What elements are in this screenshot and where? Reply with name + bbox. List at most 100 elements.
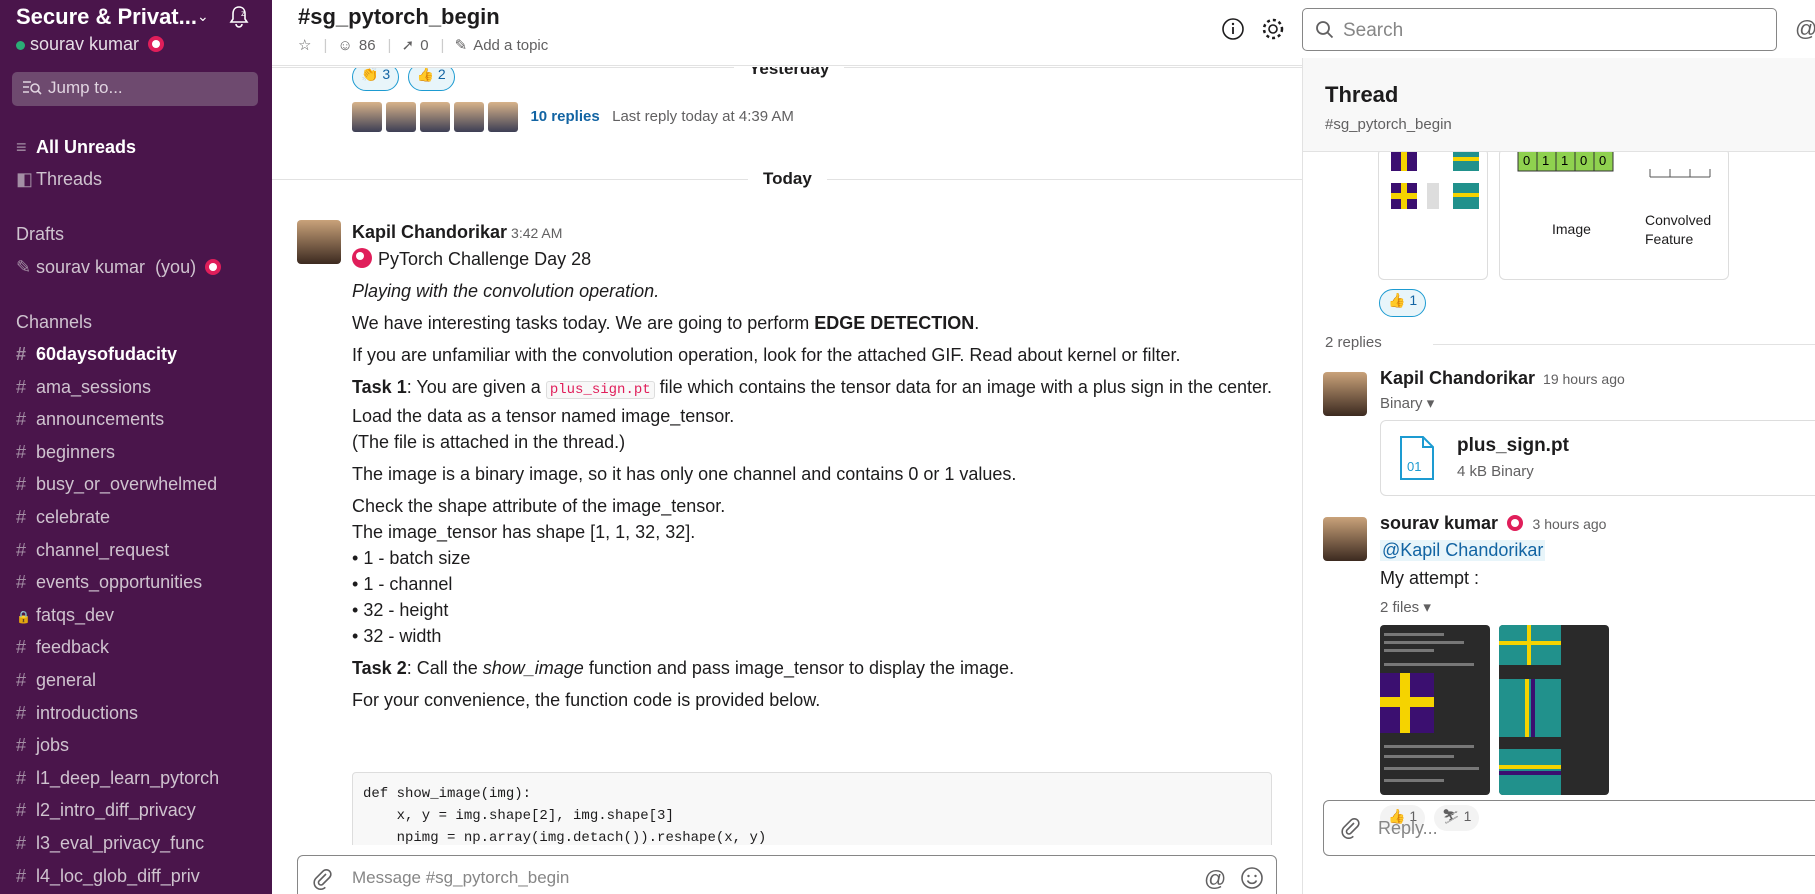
reply-author[interactable]: sourav kumar: [1380, 513, 1498, 533]
plus-sign-preview-image: [1391, 149, 1479, 209]
pencil-icon: ✎: [454, 37, 468, 54]
divider: [1433, 344, 1815, 345]
pencil-icon: ✎: [16, 257, 32, 277]
sidebar-item-busy_or_overwhelmed[interactable]: # busy_or_overwhelmed: [16, 474, 217, 495]
sidebar-item-channel_request[interactable]: # channel_request: [16, 540, 169, 561]
message-input[interactable]: Message #sg_pytorch_begin @: [297, 855, 1277, 894]
sidebar-item-threads[interactable]: ◧ Threads: [16, 169, 102, 190]
reaction-row: 👏 3 👍 2: [352, 67, 459, 91]
reaction-thumbsup[interactable]: 👍 1: [1379, 289, 1427, 317]
hash-icon: #: [16, 702, 27, 723]
reply-header: sourav kumar 3 hours ago: [1380, 513, 1606, 534]
message-time[interactable]: 3:42 AM: [511, 225, 562, 241]
jump-to-button[interactable]: Jump to...: [12, 72, 258, 106]
pin-icon[interactable]: ➚: [402, 37, 415, 54]
sidebar-item-all-unreads[interactable]: ≡ All Unreads: [16, 137, 136, 158]
search-input[interactable]: Search: [1302, 8, 1777, 51]
sidebar-item-general[interactable]: # general: [16, 670, 96, 691]
member-count[interactable]: 86: [359, 37, 376, 54]
mention-icon[interactable]: @: [1204, 866, 1226, 892]
thread-header: Thread #sg_pytorch_begin: [1303, 58, 1815, 152]
challenge-emoji-icon: [352, 248, 372, 268]
channel-label: feedback: [36, 637, 110, 658]
avatar[interactable]: [1323, 372, 1367, 416]
sidebar-item-beginners[interactable]: # beginners: [16, 442, 115, 463]
convolved-label: Convolved Feature: [1645, 212, 1712, 247]
avatar[interactable]: [1323, 517, 1367, 561]
thread-channel[interactable]: #sg_pytorch_begin: [1325, 116, 1452, 133]
add-topic-link[interactable]: Add a topic: [473, 37, 548, 54]
hash-icon: #: [16, 409, 27, 430]
reply-author[interactable]: Kapil Chandorikar: [1380, 368, 1535, 388]
sidebar-item-60daysofudacity[interactable]: #60daysofudacity: [16, 344, 177, 365]
binary-file-icon: 01: [1400, 436, 1434, 480]
pin-count[interactable]: 0: [420, 37, 428, 54]
replies-link[interactable]: 10 replies: [530, 108, 599, 125]
sidebar-item-feedback[interactable]: # feedback: [16, 637, 109, 658]
binary-toggle[interactable]: Binary ▾: [1380, 394, 1434, 412]
file-attachment[interactable]: 01 plus_sign.pt 4 kB Binary: [1380, 420, 1815, 496]
day-divider-today: Today: [748, 166, 827, 192]
sidebar-item-l4_loc_glob_diff_priv[interactable]: # l4_loc_glob_diff_priv: [16, 866, 200, 887]
grid-cell-value: 0: [1523, 153, 1530, 168]
sidebar-item-announcements[interactable]: # announcements: [16, 409, 164, 430]
hash-icon: #: [16, 767, 27, 788]
bell-icon[interactable]: z: [226, 4, 252, 30]
thread-icon: ◧: [16, 169, 34, 189]
sidebar-item-ama_sessions[interactable]: # ama_sessions: [16, 377, 151, 398]
reply-time[interactable]: 3 hours ago: [1533, 516, 1607, 532]
channel-label: l2_intro_diff_privacy: [36, 800, 196, 821]
reaction-count: 2: [437, 67, 446, 82]
reaction-count: 3: [382, 67, 391, 82]
paragraph: The image is a binary image, so it has o…: [352, 464, 1017, 484]
attempt-screenshot-2[interactable]: [1499, 625, 1609, 795]
paperclip-icon[interactable]: [1340, 817, 1360, 839]
sidebar-item-introductions[interactable]: # introductions: [16, 703, 138, 724]
reaction-clap[interactable]: 👏 3: [352, 67, 400, 91]
sidebar-item-l2_intro_diff_privacy[interactable]: # l2_intro_diff_privacy: [16, 800, 196, 821]
hash-icon: #: [16, 474, 27, 495]
hash-icon: #: [16, 572, 27, 593]
bullet-item: 32 - width: [363, 626, 442, 646]
code-block[interactable]: def show_image(img): x, y = img.shape[2]…: [352, 772, 1272, 845]
files-toggle[interactable]: 2 files ▾: [1380, 598, 1431, 616]
paperclip-icon[interactable]: [312, 868, 332, 890]
sidebar-item-celebrate[interactable]: # celebrate: [16, 507, 110, 528]
drafts-heading[interactable]: Drafts: [16, 224, 64, 245]
sidebar-item-l3_eval_privacy_func[interactable]: # l3_eval_privacy_func: [16, 833, 204, 854]
message-author[interactable]: Kapil Chandorikar: [352, 222, 507, 242]
members-icon[interactable]: ☺: [338, 37, 353, 54]
sidebar-item-jobs[interactable]: # jobs: [16, 735, 69, 756]
channels-heading[interactable]: Channels: [16, 312, 92, 333]
info-icon[interactable]: [1220, 16, 1246, 42]
attempt-screenshot-1[interactable]: [1380, 625, 1490, 795]
thread-title: Thread: [1325, 82, 1399, 107]
sidebar-item-events_opportunities[interactable]: # events_opportunities: [16, 572, 202, 593]
hash-icon: #: [16, 507, 27, 527]
user-mention[interactable]: @Kapil Chandorikar: [1380, 540, 1546, 561]
sidebar-item-fatqs_dev[interactable]: 🔒 fatqs_dev: [16, 605, 114, 626]
channel-label: channel_request: [36, 539, 170, 560]
lock-icon: 🔒: [16, 609, 31, 624]
avatar[interactable]: [297, 220, 341, 264]
sidebar-item-draft[interactable]: ✎ sourav kumar (you): [16, 257, 222, 278]
channel-label: announcements: [36, 409, 165, 430]
reaction-thumbsup[interactable]: 👍 2: [407, 67, 455, 91]
reply-input[interactable]: Reply...: [1323, 800, 1815, 856]
chevron-down-icon[interactable]: ⌄: [197, 8, 209, 25]
replies-row: 10 replies Last reply today at 4:39 AM: [352, 102, 794, 132]
bullet-item: 1 - channel: [363, 574, 453, 594]
workspace-name[interactable]: Secure & Privat...: [16, 4, 197, 30]
gear-icon[interactable]: [1260, 16, 1286, 42]
current-user[interactable]: sourav kumar: [16, 34, 165, 55]
convolution-diagram-card[interactable]: 01100 Image Convolved Feature: [1499, 148, 1729, 280]
mentions-icon[interactable]: @: [1795, 16, 1815, 42]
emoji-icon[interactable]: [1240, 866, 1264, 890]
star-icon[interactable]: ☆: [298, 37, 311, 54]
attachment-card[interactable]: [1378, 148, 1488, 280]
channel-title[interactable]: #sg_pytorch_begin: [298, 4, 500, 30]
paragraph: If you are unfamiliar with the convoluti…: [352, 345, 1181, 365]
reply-time[interactable]: 19 hours ago: [1543, 371, 1625, 387]
channel-label: 60daysofudacity: [36, 344, 178, 364]
sidebar-item-l1_deep_learn_pytorch[interactable]: # l1_deep_learn_pytorch: [16, 768, 219, 789]
